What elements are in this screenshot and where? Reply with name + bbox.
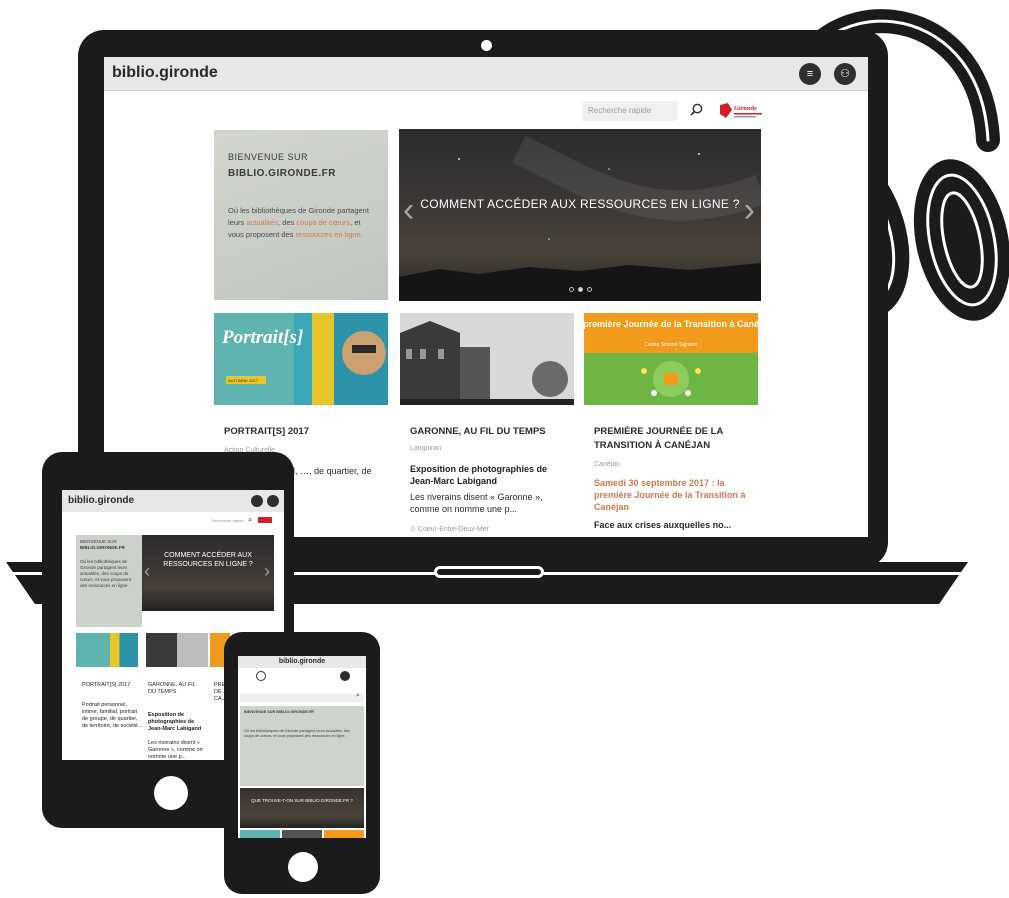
gironde-logo[interactable]: Gironde (718, 101, 766, 121)
transition-poster: La première Journée de la Transition à C… (584, 313, 758, 405)
phone-card-strip (282, 830, 322, 838)
card-image (400, 313, 574, 405)
card-image-title: La première Journée de la Transition à C… (584, 319, 758, 329)
tablet-card-title[interactable]: GARONNE, AU FIL DU TEMPS (148, 682, 204, 696)
laptop-camera (481, 40, 492, 51)
phone-hero-carousel[interactable]: QUE TROUVE-T-ON SUR BIBLIO.GIRONDE.FR ? (240, 788, 364, 828)
portraits-poster: Portrait[s] AUTOMNE 2017 (214, 313, 388, 405)
phone-hero-title[interactable]: QUE TROUVE-T-ON SUR BIBLIO.GIRONDE.FR ? (240, 798, 364, 804)
chevron-right-icon[interactable]: › (744, 193, 755, 227)
tablet-card-title[interactable]: PORTRAIT[S] 2017 (82, 682, 144, 689)
welcome-title: BIENVENUE SUR (228, 152, 309, 162)
hero-background-image (399, 135, 761, 301)
tablet-search-icon[interactable]: ⌕ (248, 515, 252, 525)
tablet-card-text: Les riverains disent « Garonne », comme … (148, 740, 203, 760)
search-input[interactable]: Recherche rapide (582, 101, 678, 121)
chevron-left-icon[interactable]: ‹ (144, 561, 150, 582)
tablet-card-image (146, 633, 208, 667)
card-text: Face aux crises auxquelles no... (594, 520, 732, 530)
card-location: Canéjan (594, 461, 621, 468)
carousel-dot-active[interactable] (578, 287, 583, 292)
card-image: Portrait[s] AUTOMNE 2017 (214, 313, 388, 405)
tablet-search-input[interactable]: Recherche rapide (212, 518, 244, 523)
phone-card-strip (324, 830, 364, 838)
phone-site-logo[interactable]: biblio.gironde (238, 658, 366, 665)
phone-header: biblio.gironde (238, 656, 366, 668)
link-actualites[interactable]: actualités (246, 218, 278, 227)
news-card[interactable]: La première Journée de la Transition à C… (584, 313, 758, 537)
card-image-title: Portrait[s] (221, 327, 303, 348)
phone-user-icon[interactable] (340, 671, 350, 681)
link-coups-de-coeurs[interactable]: coups de cœurs (296, 218, 350, 227)
card-title[interactable]: PREMIÈRE JOURNÉE DE LA TRANSITION À CANÉ… (594, 425, 752, 453)
site-header: biblio.gironde (104, 57, 868, 91)
card-subtitle[interactable]: Exposition de photographies de Jean-Marc… (410, 463, 568, 487)
phone-card-strip (240, 830, 280, 838)
search-icon[interactable] (690, 103, 703, 116)
card-title[interactable]: PORTRAIT[S] 2017 (224, 425, 382, 439)
tablet-welcome-panel: BIENVENUE SUR BIBLIO.GIRONDE.FR Où les b… (76, 535, 142, 627)
tablet-hero-carousel[interactable]: COMMENT ACCÉDER AUX RESSOURCES EN LIGNE … (142, 535, 274, 611)
chevron-right-icon[interactable]: › (264, 561, 270, 582)
hero-carousel[interactable]: COMMENT ACCÉDER AUX RESSOURCES EN LIGNE … (399, 129, 761, 301)
tablet-card-text: Portrait personnel, intime, familial, po… (82, 702, 143, 729)
phone-search-input[interactable] (240, 694, 364, 702)
garonne-photo (400, 313, 574, 405)
carousel-dot[interactable] (587, 287, 592, 292)
link-ressources-en-ligne[interactable]: ressources en ligne (296, 230, 361, 239)
phone-screen: biblio.gironde ⌕ BIENVENUE SUR BIBLIO.GI… (238, 656, 366, 838)
card-subtitle[interactable]: Samedi 30 septembre 2017 : la première J… (594, 477, 752, 513)
chevron-left-icon[interactable]: ‹ (403, 193, 414, 227)
card-footer-text: Coeur-Entre-Deux-Mer (417, 526, 489, 533)
tablet-hero-title[interactable]: COMMENT ACCÉDER AUX RESSOURCES EN LIGNE … (142, 551, 274, 569)
phone-search-icon[interactable]: ⌕ (356, 692, 360, 700)
card-image-badge: AUTOMNE 2017 (228, 378, 259, 383)
tablet-site-logo[interactable]: biblio.gironde (68, 495, 134, 506)
welcome-site-name: BIBLIO.GIRONDE.FR (228, 168, 336, 179)
tablet-home-button[interactable] (154, 776, 188, 810)
menu-icon[interactable]: ≡ (799, 63, 821, 85)
tablet-welcome-site: BIBLIO.GIRONDE.FR (80, 545, 125, 550)
card-footer-location: ⊙ Coeur-Entre-Deux-Mer (410, 526, 489, 533)
carousel-dot[interactable] (569, 287, 574, 292)
phone-home-button[interactable] (288, 852, 318, 882)
tablet-card-image (76, 633, 138, 667)
tablet-header: biblio.gironde (62, 490, 284, 512)
card-text: Les riverains disent « Garonne », comme … (410, 492, 543, 514)
news-card[interactable]: GARONNE, AU FIL DU TEMPS Langoiran Expos… (400, 313, 574, 537)
welcome-text-part: , des (278, 218, 297, 227)
hero-title[interactable]: COMMENT ACCÉDER AUX RESSOURCES EN LIGNE … (399, 197, 761, 211)
user-icon[interactable]: ⚇ (834, 63, 856, 85)
tablet-user-icon[interactable] (267, 495, 279, 507)
tablet-gironde-logo[interactable] (258, 517, 272, 523)
site-logo[interactable]: biblio.gironde (112, 64, 218, 82)
welcome-text: Où les bibliothèques de Gironde partagen… (228, 205, 374, 241)
laptop-notch (434, 566, 544, 578)
phone-welcome-panel: BIENVENUE SUR BIBLIO.GIRONDE.FR Où les b… (240, 706, 364, 786)
card-image-subtitle: Centre Simone Signoret (644, 342, 698, 348)
phone-welcome-title: BIENVENUE SUR BIBLIO.GIRONDE.FR (244, 710, 315, 714)
welcome-panel: BIENVENUE SUR BIBLIO.GIRONDE.FR Où les b… (214, 130, 388, 300)
welcome-text-part: . (360, 230, 363, 239)
phone-menu-icon[interactable] (256, 671, 266, 681)
phone-welcome-text: Où les bibliothèques de Gironde partagen… (244, 729, 350, 738)
card-location: Langoiran (410, 445, 442, 452)
tablet-card-subtitle[interactable]: Exposition de photographies de Jean-Marc… (148, 712, 204, 733)
tablet-welcome-text: Où les bibliothèques de Gironde partagen… (80, 559, 132, 588)
card-title[interactable]: GARONNE, AU FIL DU TEMPS (410, 425, 568, 439)
gironde-logo-text: Gironde (734, 105, 757, 112)
tablet-menu-icon[interactable] (251, 495, 263, 507)
card-image: La première Journée de la Transition à C… (584, 313, 758, 405)
